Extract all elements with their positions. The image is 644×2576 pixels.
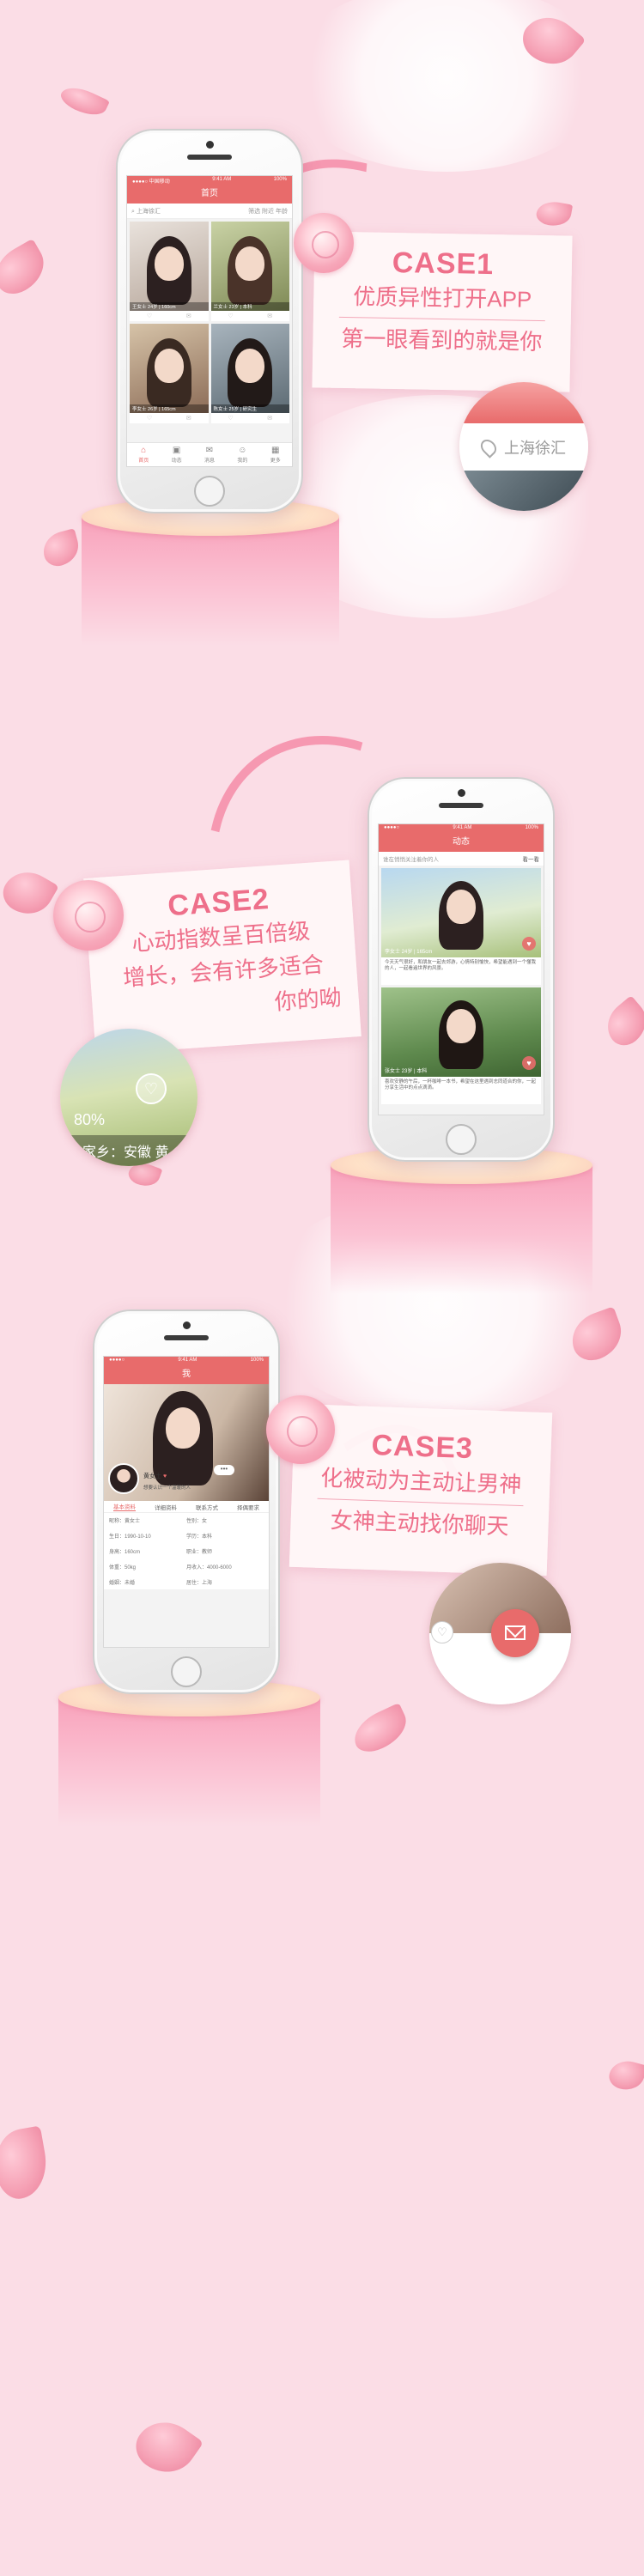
like-icon[interactable]: ♡ <box>147 415 152 422</box>
heart-icon: ♡ <box>431 1621 453 1643</box>
profile-card[interactable]: 王女士 24岁 | 160cm ♡ ✉ <box>130 222 209 321</box>
nav-title: 动态 <box>379 833 544 852</box>
rose-decoration <box>294 213 354 273</box>
case1-line1: 优质异性打开APP <box>353 283 532 313</box>
nav-title: 我 <box>104 1365 269 1384</box>
profile-info-grid: 昵称：黄女士 性别：女 生日：1990-10-10 学历：本科 身高：160cm 职业… <box>104 1513 269 1589</box>
feed-icon: ▣ <box>172 446 181 455</box>
like-icon[interactable]: ♡ <box>228 313 233 319</box>
filter-button[interactable]: 筛选 附近 年龄 <box>248 207 288 216</box>
like-icon[interactable]: ♥ <box>522 1056 536 1070</box>
case2-percent: 80% <box>74 1111 106 1128</box>
like-icon[interactable]: ♡ <box>147 313 152 319</box>
avatar <box>108 1463 139 1494</box>
status-bar: ●●●●○ 中国移动 9:41 AM 100% <box>127 176 292 185</box>
rose-decoration <box>53 880 124 951</box>
heart-icon: ♡ <box>136 1073 167 1104</box>
phone-2-screen: ●●●●○ 9:41 AM 100% 动态 谁在悄悄关注着你的人 看一看 李女士 2… <box>378 823 544 1115</box>
case3-line2: 女神主动找你聊天 <box>330 1507 510 1540</box>
tab-home[interactable]: ⌂ 首页 <box>138 446 149 464</box>
profile-header: ••• 黄女士 ♥ 想要认识一个温暖的人 <box>104 1384 269 1501</box>
tab-messages[interactable]: ✉ 消息 <box>204 446 215 464</box>
pedestal-3 <box>58 1679 320 1833</box>
feed-post[interactable]: 李女士 24岁 | 165cm ♥ 今天天气很好，和朋友一起去郊游，心情特别愉快… <box>381 868 541 985</box>
home-icon: ⌂ <box>141 446 147 455</box>
petal-decoration <box>606 2057 644 2094</box>
phone-1: ●●●●○ 中国移动 9:41 AM 100% 首页 ⌕ 上海徐汇 筛选 附近 … <box>116 129 303 513</box>
profile-tabs: 基本资料 详细资料 联系方式 择偶要求 <box>104 1501 269 1513</box>
nav-title: 首页 <box>127 185 292 204</box>
profile-card[interactable]: 陈女士 25岁 | 研究生 ♡ ✉ <box>210 324 289 423</box>
profile-card[interactable]: 兰女士 23岁 | 本科 ♡ ✉ <box>210 222 289 321</box>
chat-icon[interactable]: ✉ <box>186 313 191 319</box>
profile-card[interactable]: 李女士 26岁 | 165cm ♡ ✉ <box>130 324 209 423</box>
home-button[interactable] <box>194 476 225 507</box>
phone-3: ●●●●○ 9:41 AM 100% 我 ••• 黄女士 ♥ 想要认识一个温暖的人 … <box>93 1309 280 1694</box>
tab-more[interactable]: ▦ 更多 <box>270 446 281 464</box>
profile-name: 黄女士 <box>143 1473 161 1479</box>
tab-contact[interactable]: 联系方式 <box>196 1503 218 1511</box>
phone-3-screen: ●●●●○ 9:41 AM 100% 我 ••• 黄女士 ♥ 想要认识一个温暖的人 … <box>103 1356 270 1648</box>
status-bar: ●●●●○ 9:41 AM 100% <box>379 824 544 833</box>
tab-feed[interactable]: ▣ 动态 <box>172 446 182 464</box>
petal-decoration <box>58 81 110 122</box>
case2-stats-bubble: ♡ 80% 家乡：安徽 黄 <box>60 1029 197 1166</box>
tip-action-link[interactable]: 看一看 <box>523 854 540 863</box>
tip-bar: 谁在悄悄关注着你的人 看一看 <box>379 852 544 866</box>
search-row[interactable]: ⌕ 上海徐汇 筛选 附近 年龄 <box>127 204 292 219</box>
petal-decoration <box>0 862 59 924</box>
home-button[interactable] <box>171 1656 202 1687</box>
chat-icon[interactable]: ✉ <box>267 415 272 422</box>
heart-badge-icon: ♥ <box>162 1473 167 1479</box>
phone-1-screen: ●●●●○ 中国移动 9:41 AM 100% 首页 ⌕ 上海徐汇 筛选 附近 … <box>126 175 293 467</box>
case2-hometown: 家乡：安徽 黄 <box>82 1145 169 1160</box>
like-icon[interactable]: ♥ <box>522 937 536 951</box>
user-icon: ☺ <box>238 446 247 455</box>
chat-icon[interactable]: ✉ <box>267 313 272 319</box>
case2-card: CASE2 心动指数呈百倍级 增长，会有许多适合 你的呦 <box>83 860 361 1055</box>
case1-line2: 第一眼看到的就是你 <box>341 325 543 355</box>
petal-decoration <box>127 2409 204 2485</box>
tab-basic-info[interactable]: 基本资料 <box>113 1502 136 1511</box>
status-bar: ●●●●○ 9:41 AM 100% <box>104 1357 269 1365</box>
profile-subtitle: 想要认识一个温暖的人 <box>143 1485 191 1491</box>
case1-location: 上海徐汇 <box>504 439 566 457</box>
case3-chat-bubble: ♡ <box>429 1563 571 1704</box>
like-icon[interactable]: ♡ <box>228 415 233 422</box>
phone-2: ●●●●○ 9:41 AM 100% 动态 谁在悄悄关注着你的人 看一看 李女士 2… <box>368 777 555 1162</box>
feed-post[interactable]: 张女士 23岁 | 本科 ♥ 喜欢安静的午后，一杯咖啡一本书，希望在这里遇到志同… <box>381 987 541 1104</box>
message-icon: ✉ <box>205 446 214 455</box>
grid-icon: ▦ <box>271 446 280 455</box>
home-button[interactable] <box>446 1124 477 1155</box>
chat-icon[interactable]: ✉ <box>186 415 191 422</box>
petal-decoration <box>0 2125 52 2202</box>
case1-card: CASE1 优质异性打开APP 第一眼看到的就是你 <box>312 231 573 392</box>
petal-decoration <box>39 528 83 569</box>
tab-details[interactable]: 详细资料 <box>155 1503 177 1511</box>
search-input[interactable]: ⌕ 上海徐汇 <box>131 207 161 216</box>
pedestal-1 <box>82 498 339 653</box>
tab-requirements[interactable]: 择偶要求 <box>237 1503 259 1511</box>
case1-location-bubble: 上海徐汇 <box>459 382 588 511</box>
tab-me[interactable]: ☺ 我的 <box>237 446 247 464</box>
rose-decoration <box>266 1395 335 1464</box>
location-pin-icon <box>477 435 500 459</box>
petal-decoration <box>534 198 574 229</box>
petal-decoration <box>0 238 53 301</box>
pedestal-2 <box>331 1146 592 1301</box>
more-icon[interactable]: ••• <box>214 1465 234 1475</box>
petal-decoration <box>598 995 644 1052</box>
envelope-icon[interactable] <box>491 1609 539 1657</box>
tab-bar: ⌂ 首页 ▣ 动态 ✉ 消息 ☺ 我的 ▦ 更多 <box>127 442 292 466</box>
